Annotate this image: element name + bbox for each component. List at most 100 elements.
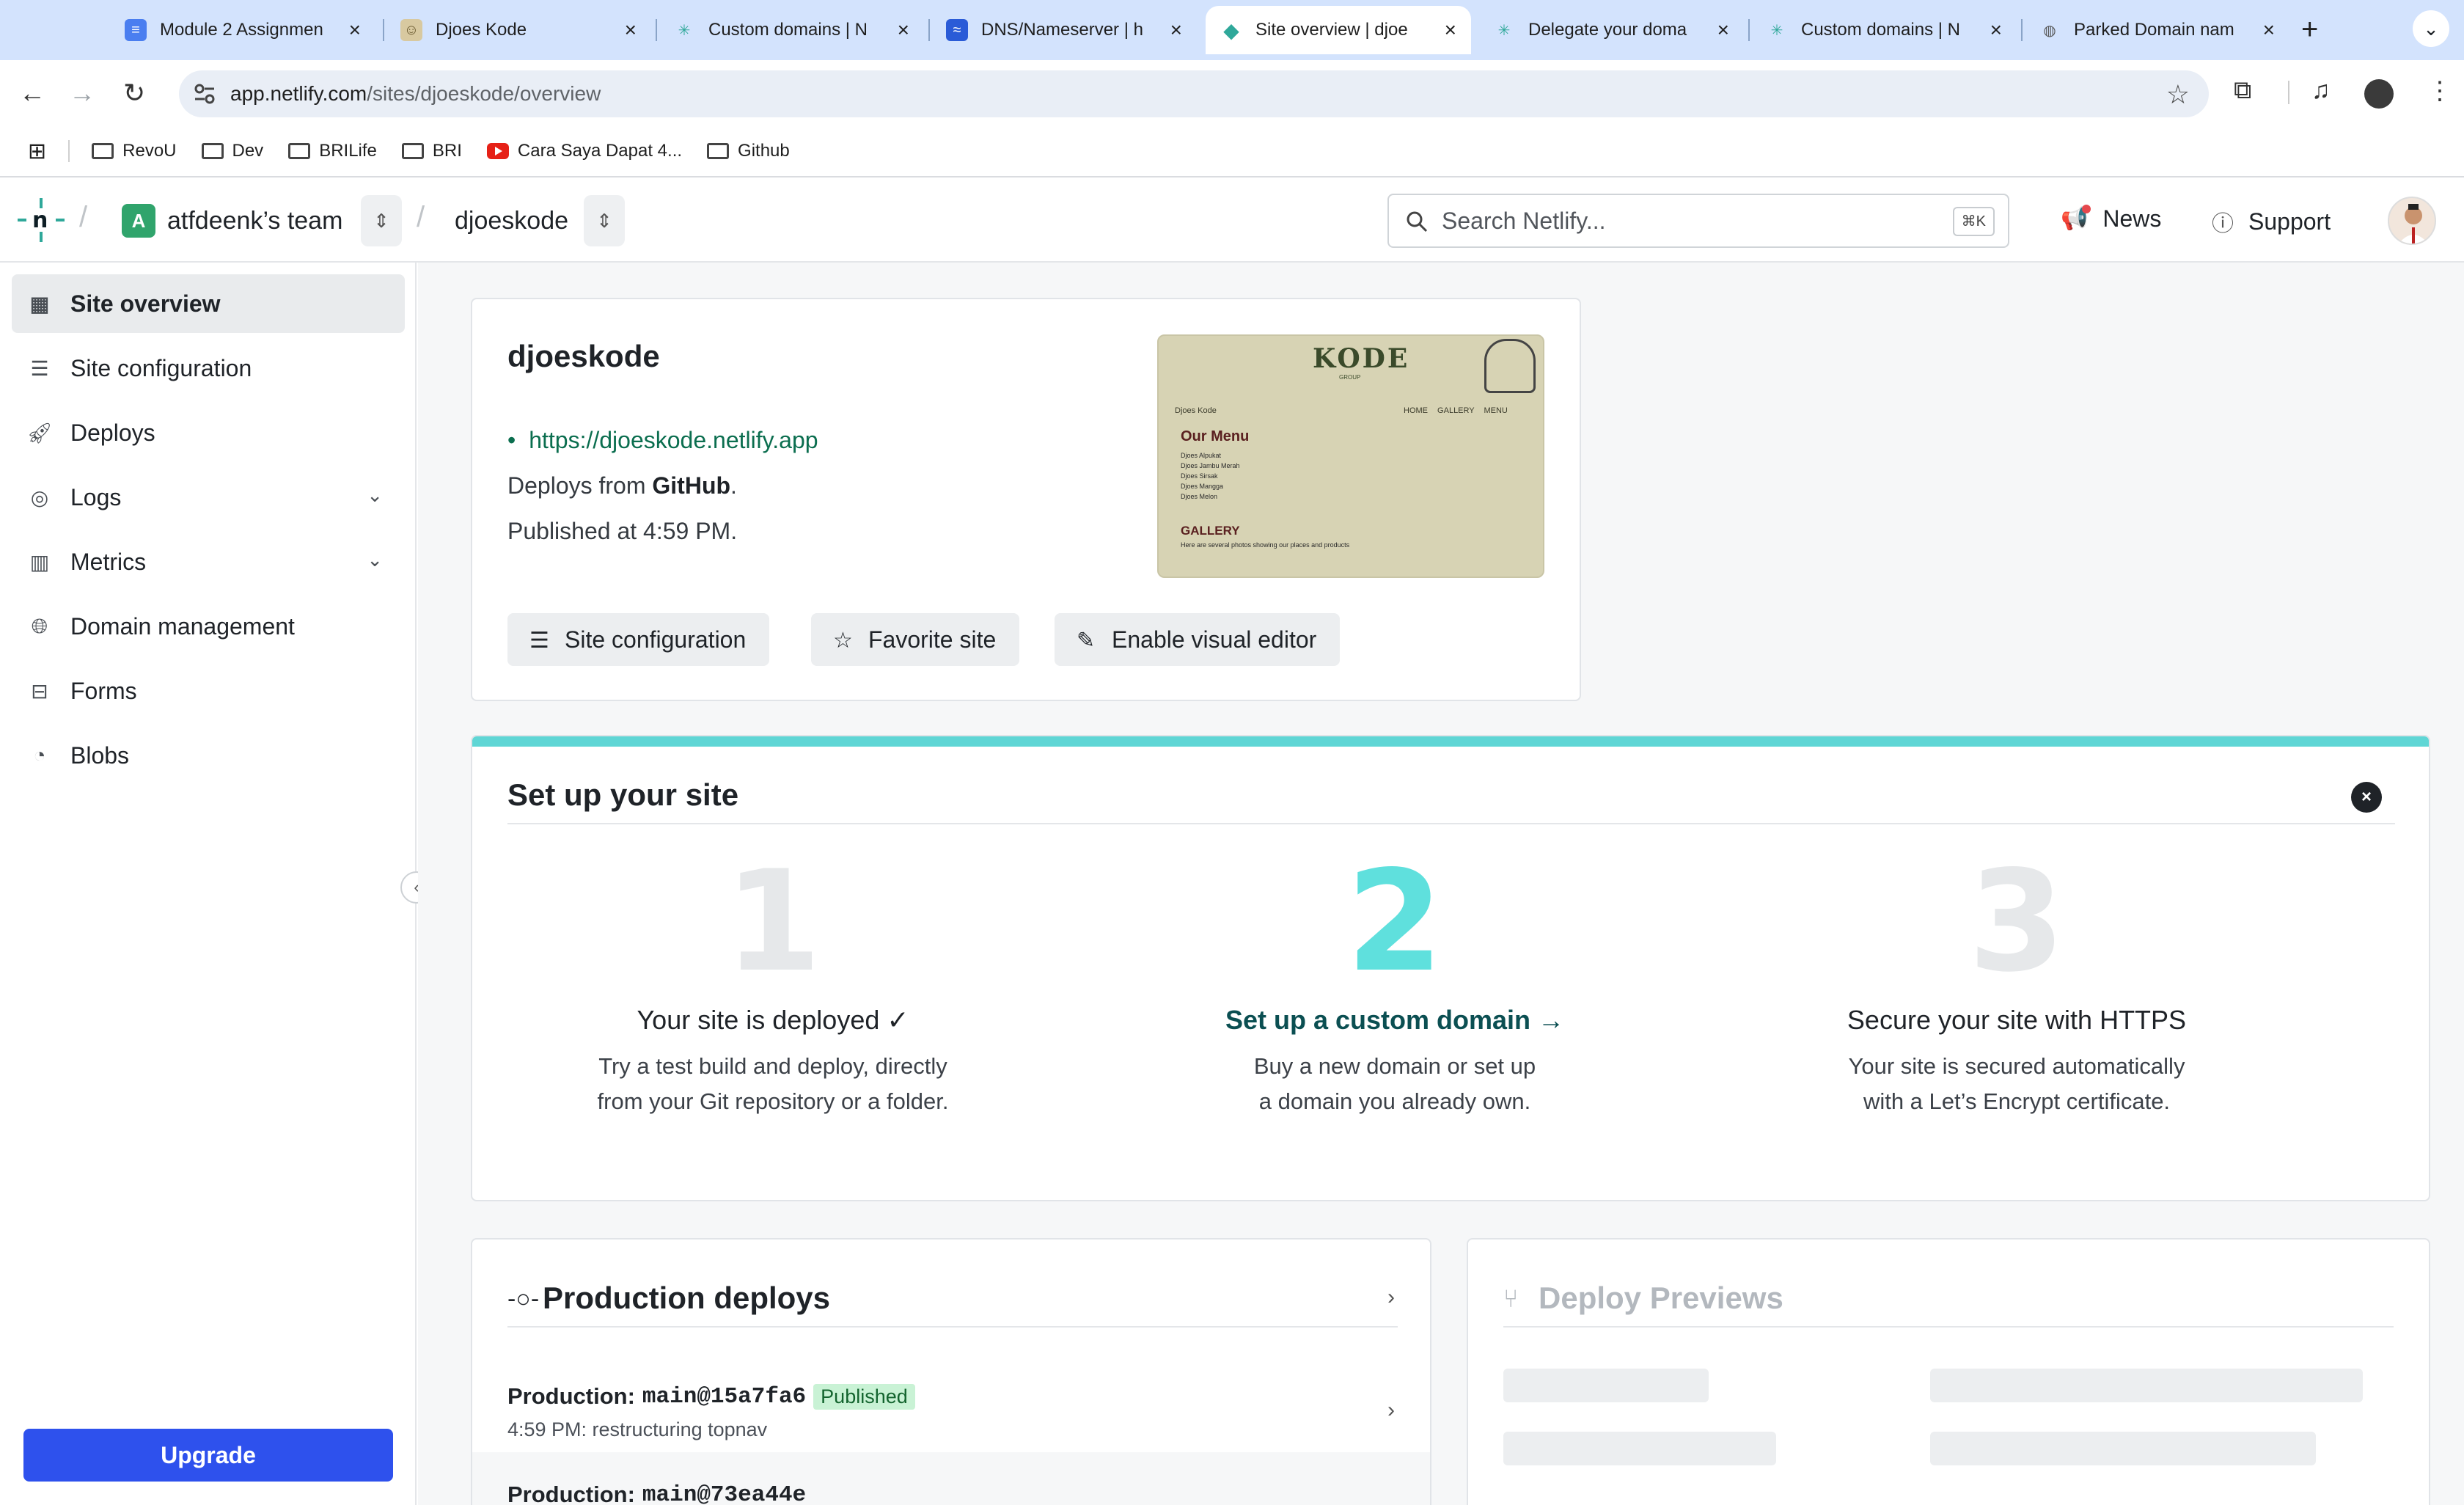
site-settings-icon[interactable] [194, 84, 216, 104]
chevron-down-icon[interactable]: ⌄ [367, 549, 383, 571]
bookmark-bri[interactable]: BRI [401, 141, 462, 161]
bookmark-revou[interactable]: RevoU [92, 141, 177, 161]
bookmark-youtube-video[interactable]: Cara Saya Dapat 4... [486, 141, 682, 161]
deploy-row[interactable]: Production: main@15a7fa6 Published 4:59 … [472, 1354, 1430, 1445]
site-switcher-chevrons-icon[interactable]: ⇕ [584, 195, 625, 246]
browser-tab[interactable]: ✳ Custom domains | N × [1751, 6, 2017, 54]
youtube-icon [486, 143, 509, 159]
setup-site-card: Set up your site × 1 Your site is deploy… [471, 735, 2430, 1201]
production-deploys-title[interactable]: Production deploys [543, 1281, 830, 1316]
tab-separator [2021, 19, 2023, 41]
site-url-link[interactable]: • https://djoeskode.netlify.app [507, 427, 818, 454]
commit-icon: -○- [507, 1285, 540, 1313]
extensions-icon[interactable]: ⧉ [2234, 76, 2251, 105]
step-desc-line: Your site is secured automatically [1848, 1053, 2185, 1079]
close-tab-icon[interactable]: × [1170, 18, 1182, 42]
chevron-down-icon[interactable]: ⌄ [367, 484, 383, 507]
forms-icon: ⊟ [31, 679, 48, 703]
browser-tab[interactable]: ≈ DNS/Nameserver | h × [931, 6, 1197, 54]
netlify-logo-icon[interactable]: n [18, 197, 65, 243]
production-deploys-card: -○- Production deploys › Production: mai… [471, 1238, 1431, 1505]
close-tab-icon[interactable]: × [2263, 18, 2275, 42]
deploy-previews-card: ⑂ Deploy Previews [1467, 1238, 2430, 1505]
browser-tab[interactable]: ✳ Delegate your doma × [1478, 6, 1744, 54]
sidebar-item-metrics[interactable]: ▥ Metrics ⌄ [12, 532, 405, 591]
preview-brand: Djoes Kode [1175, 406, 1217, 415]
tab-search-chevron-icon[interactable]: ⌄ [2413, 10, 2449, 47]
loading-skeleton [1930, 1369, 2363, 1402]
browser-tab-active[interactable]: ◆ Site overview | djoe × [1206, 6, 1471, 54]
sidebar-item-forms[interactable]: ⊟ Forms [12, 662, 405, 720]
sidebar-item-label: Blobs [70, 741, 130, 769]
support-link[interactable]: ⓘ Support [2212, 205, 2331, 238]
sidebar-item-deploys[interactable]: 🚀︎ Deploys [12, 403, 405, 462]
enable-visual-editor-button[interactable]: ✎ Enable visual editor [1055, 613, 1341, 666]
back-arrow-icon[interactable]: ← [19, 78, 45, 109]
bookmark-star-icon[interactable]: ☆ [2166, 79, 2190, 110]
bookmark-dev[interactable]: Dev [201, 141, 264, 161]
team-switcher-chevrons-icon[interactable]: ⇕ [361, 195, 402, 246]
favorite-site-button[interactable]: ☆ Favorite site [811, 613, 1020, 666]
new-tab-icon[interactable]: + [2301, 13, 2318, 46]
upgrade-button[interactable]: Upgrade [23, 1429, 393, 1482]
site-name-breadcrumb[interactable]: djoeskode [455, 207, 568, 235]
step-number: 2 [1346, 841, 1444, 1003]
custom-domain-link[interactable]: Set up a custom domain → [1094, 1005, 1695, 1036]
close-tab-icon[interactable]: × [349, 18, 361, 42]
bookmark-github[interactable]: Github [707, 141, 790, 161]
netlify-favicon-icon: ◆ [1223, 18, 1239, 42]
deploys-from-suffix: . [730, 472, 737, 499]
sidebar-item-label: Domain management [70, 612, 295, 640]
news-link[interactable]: 📢 News [2061, 205, 2161, 232]
sidebar-item-logs[interactable]: ◎ Logs ⌄ [12, 468, 405, 527]
sidebar-item-domain-management[interactable]: 🌐︎ Domain management [12, 597, 405, 656]
sidebar-item-blobs[interactable]: ◔ Blobs [12, 726, 405, 785]
bookmark-label: Dev [232, 141, 264, 161]
sidebar-item-site-configuration[interactable]: ☰ Site configuration [12, 339, 405, 398]
chevron-right-icon[interactable]: › [1387, 1285, 1395, 1310]
team-name[interactable]: atfdeenk’s team [167, 207, 342, 235]
pull-request-icon: ⑂ [1503, 1285, 1519, 1313]
deploys-source: GitHub [652, 472, 731, 499]
address-bar[interactable]: app.netlify.com/sites/djoeskode/overview… [179, 70, 2209, 117]
folder-icon [201, 143, 224, 159]
deploy-ref: main@73ea44e [642, 1482, 807, 1505]
bookmark-brilife[interactable]: BRILife [288, 141, 377, 161]
tab-title: Parked Domain nam [2074, 20, 2234, 40]
deploy-row[interactable]: Production: main@73ea44e [472, 1452, 1430, 1505]
user-avatar[interactable] [2388, 197, 2436, 245]
breadcrumb-separator: / [79, 201, 88, 233]
chevron-right-icon[interactable]: › [1387, 1398, 1395, 1423]
browser-tab[interactable]: ✳ Custom domains | N × [659, 6, 924, 54]
folder-icon [707, 143, 730, 159]
media-control-icon[interactable]: ♫ [2311, 76, 2331, 105]
site-favicon-icon: ☺ [400, 19, 422, 41]
forward-arrow-icon[interactable]: → [69, 78, 95, 109]
search-input[interactable]: Search Netlify... ⌘K [1387, 194, 2009, 248]
close-icon[interactable]: × [2351, 782, 2382, 813]
rocket-icon: 🚀︎ [26, 421, 53, 444]
apps-grid-icon[interactable]: ⊞ [28, 139, 46, 164]
reload-icon[interactable]: ↻ [123, 78, 145, 109]
deploy-ref: main@15a7fa6 [642, 1383, 807, 1410]
site-preview-thumbnail[interactable]: KODE GROUP Djoes Kode HOME GALLERY MENU … [1157, 334, 1544, 578]
browser-tab[interactable]: ☺ Djoes Kode × [386, 6, 651, 54]
deploys-from: Deploys from GitHub. [507, 472, 737, 499]
preview-nav: HOME GALLERY MENU [1404, 406, 1508, 415]
breadcrumb-separator: / [417, 201, 425, 233]
browser-tab[interactable]: ◍ Parked Domain nam × [2024, 6, 2289, 54]
site-configuration-button[interactable]: ☰ Site configuration [507, 613, 770, 666]
sidebar-item-site-overview[interactable]: ▦ Site overview [12, 274, 405, 333]
close-tab-icon[interactable]: × [1445, 18, 1456, 42]
bookmark-label: RevoU [122, 141, 177, 161]
tab-separator [928, 19, 930, 41]
browser-toolbar: ← → ↻ app.netlify.com/sites/djoeskode/ov… [0, 60, 2464, 126]
close-tab-icon[interactable]: × [898, 18, 909, 42]
chrome-menu-icon[interactable]: ⋮ [2427, 76, 2452, 106]
bookmarks-divider [68, 140, 70, 162]
chrome-profile-avatar[interactable] [2364, 79, 2394, 109]
close-tab-icon[interactable]: × [1717, 18, 1729, 42]
close-tab-icon[interactable]: × [625, 18, 637, 42]
browser-tab[interactable]: ≡ Module 2 Assignmen × [110, 6, 375, 54]
close-tab-icon[interactable]: × [1990, 18, 2002, 42]
